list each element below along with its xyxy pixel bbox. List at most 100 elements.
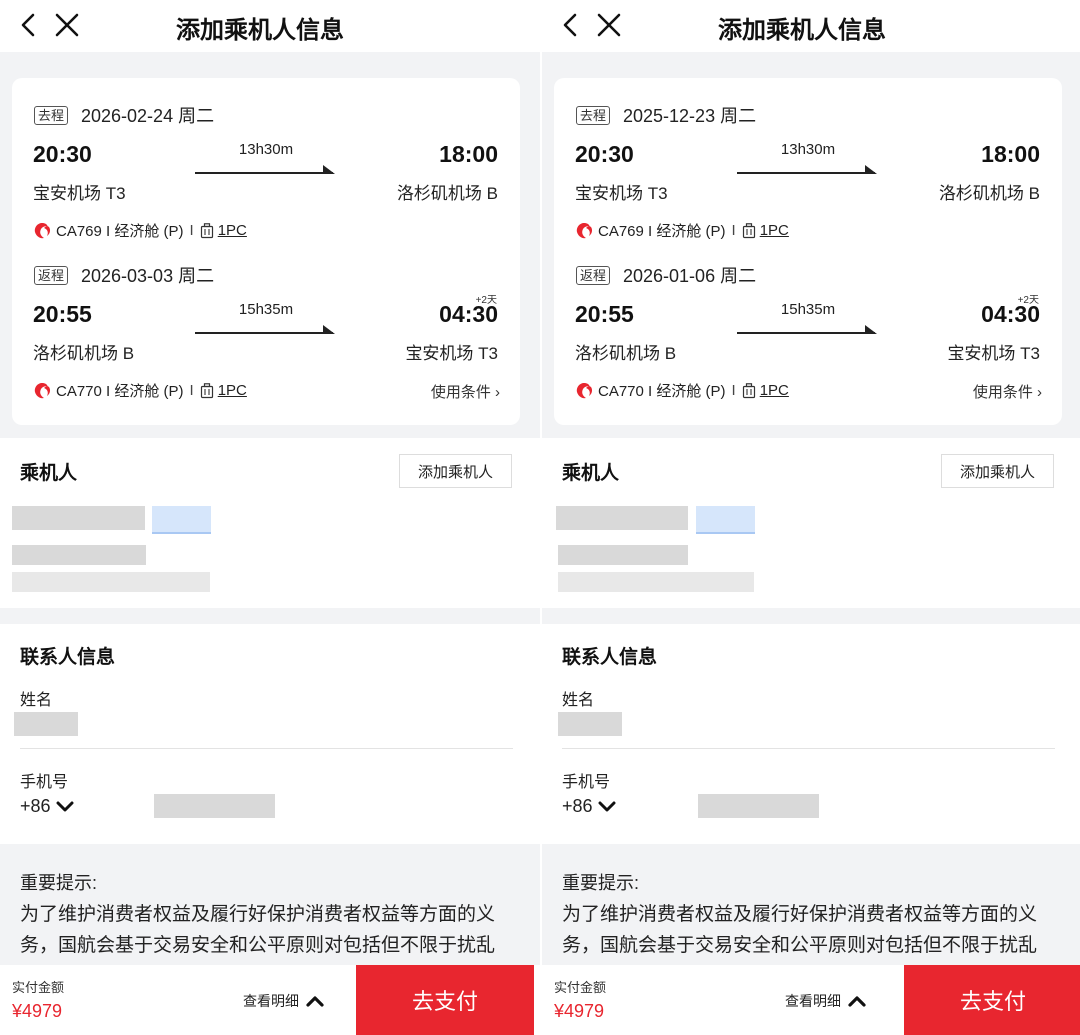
- amount-label: 实付金额: [12, 980, 65, 995]
- view-details-link[interactable]: 查看明细: [785, 991, 867, 1011]
- country-code-selector[interactable]: +86: [20, 796, 74, 817]
- flight-duration: 15h35m: [238, 301, 294, 318]
- departure-airport: 宝安机场 T3: [33, 184, 126, 203]
- contact-section: 联系人信息 姓名 手机号 +86: [542, 624, 1080, 844]
- payment-bar: 实付金额 ¥4979 查看明细 去支付: [0, 965, 540, 1035]
- passenger-section-title: 乘机人: [562, 463, 620, 484]
- flight-info: CA770 I 经济舱 (P): [56, 383, 184, 400]
- pay-button[interactable]: 去支付: [356, 965, 534, 1035]
- redacted-passenger-name: [556, 506, 688, 530]
- view-details-link[interactable]: 查看明细: [243, 991, 325, 1011]
- screenshot-root: 添加乘机人信息 去程 2026-02-24 周二 20:30 13h30m 18…: [0, 0, 1080, 1035]
- redacted-passenger-detail: [558, 572, 754, 592]
- flight-info-row: CA770 I 经济舱 (P) I 1PC: [32, 380, 247, 401]
- add-passenger-button[interactable]: 添加乘机人: [399, 454, 512, 488]
- air-china-logo-icon: [576, 222, 593, 238]
- chevron-down-icon: [56, 801, 74, 811]
- page-title: 添加乘机人信息: [176, 17, 344, 44]
- arrival-airport: 洛杉矶机场 B: [938, 184, 1040, 203]
- redacted-phone-number[interactable]: [154, 794, 275, 818]
- view-details-label: 查看明细: [243, 993, 299, 1009]
- add-passenger-button[interactable]: 添加乘机人: [941, 454, 1054, 488]
- redacted-contact-name[interactable]: [14, 712, 78, 736]
- departure-time: 20:30: [33, 141, 92, 167]
- country-code-selector[interactable]: +86: [562, 796, 616, 817]
- header-bar: 添加乘机人信息: [542, 0, 1080, 52]
- separator: I: [189, 382, 194, 399]
- passenger-type-badge[interactable]: [152, 506, 211, 534]
- booking-panel-right: 添加乘机人信息 去程 2025-12-23 周二 20:30 13h30m 18…: [540, 0, 1080, 1035]
- contact-section: 联系人信息 姓名 手机号 +86: [0, 624, 540, 844]
- passenger-section-title: 乘机人: [20, 463, 78, 484]
- route-arrow-icon: [737, 165, 877, 174]
- arrival-airport: 宝安机场 T3: [405, 344, 498, 363]
- arrival-time: 04:30: [439, 301, 498, 327]
- total-amount: ¥4979: [12, 1001, 63, 1021]
- return-tag: 返程: [34, 266, 69, 285]
- itinerary-card: 去程 2025-12-23 周二 20:30 13h30m 18:00 宝安机场…: [554, 78, 1062, 425]
- flight-info-row: CA770 I 经济舱 (P) I 1PC: [574, 380, 789, 401]
- phone-label: 手机号: [562, 774, 611, 791]
- flight-duration: 13h30m: [238, 141, 294, 158]
- return-date: 2026-03-03 周二: [81, 266, 215, 286]
- header-bar: 添加乘机人信息: [0, 0, 540, 52]
- flight-duration: 13h30m: [780, 141, 836, 158]
- route-arrow-icon: [195, 165, 335, 174]
- arrival-airport: 宝安机场 T3: [947, 344, 1040, 363]
- notice-title: 重要提示:: [20, 873, 98, 893]
- flight-info-row: CA769 I 经济舱 (P) I 1PC: [32, 220, 247, 241]
- redacted-contact-name[interactable]: [558, 712, 622, 736]
- route-arrow-icon: [195, 325, 335, 334]
- passenger-section: 乘机人 添加乘机人: [0, 438, 540, 608]
- departure-airport: 宝安机场 T3: [575, 184, 668, 203]
- notice-text: 为了维护消费者权益及履行好保护消费者权益等方面的义务，国航会基于交易安全和公平原…: [562, 904, 1038, 956]
- arrival-time: 18:00: [981, 141, 1040, 167]
- luggage-icon: [200, 222, 213, 238]
- redacted-phone-number[interactable]: [698, 794, 819, 818]
- outbound-tag: 去程: [34, 106, 69, 125]
- departure-airport: 洛杉矶机场 B: [33, 344, 135, 363]
- contact-section-title: 联系人信息: [562, 647, 658, 668]
- important-notice: 重要提示: 为了维护消费者权益及履行好保护消费者权益等方面的义务，国航会基于交易…: [562, 868, 1062, 961]
- divider: [562, 748, 1055, 749]
- usage-conditions-link[interactable]: 使用条件 ›: [973, 381, 1042, 402]
- flight-duration: 15h35m: [780, 301, 836, 318]
- return-segment: 返程 2026-03-03 周二 +2天 20:55 15h35m 04:30 …: [12, 261, 520, 411]
- passenger-section: 乘机人 添加乘机人: [542, 438, 1080, 608]
- flight-info: CA769 I 经济舱 (P): [56, 223, 184, 240]
- phone-label: 手机号: [20, 774, 69, 791]
- country-code: +86: [562, 796, 593, 816]
- air-china-logo-icon: [576, 382, 593, 398]
- outbound-segment: 去程 2025-12-23 周二 20:30 13h30m 18:00 宝安机场…: [554, 101, 1062, 251]
- important-notice: 重要提示: 为了维护消费者权益及履行好保护消费者权益等方面的义务，国航会基于交易…: [20, 868, 520, 961]
- baggage-allowance-link[interactable]: 1PC: [218, 382, 247, 399]
- outbound-tag: 去程: [576, 106, 611, 125]
- notice-title: 重要提示:: [562, 873, 640, 893]
- return-tag: 返程: [576, 266, 611, 285]
- payment-bar: 实付金额 ¥4979 查看明细 去支付: [542, 965, 1080, 1035]
- return-date: 2026-01-06 周二: [623, 266, 757, 286]
- luggage-icon: [200, 382, 213, 398]
- baggage-allowance-link[interactable]: 1PC: [760, 382, 789, 399]
- name-label: 姓名: [20, 692, 53, 709]
- amount-label: 实付金额: [554, 980, 607, 995]
- arrival-time: 18:00: [439, 141, 498, 167]
- view-details-label: 查看明细: [785, 993, 841, 1009]
- route-arrow-icon: [737, 325, 877, 334]
- departure-time: 20:55: [575, 301, 634, 327]
- redacted-passenger-id: [558, 545, 688, 565]
- air-china-logo-icon: [34, 382, 51, 398]
- page-title: 添加乘机人信息: [718, 17, 886, 44]
- luggage-icon: [742, 222, 755, 238]
- total-amount: ¥4979: [554, 1001, 605, 1021]
- luggage-icon: [742, 382, 755, 398]
- arrival-time: 04:30: [981, 301, 1040, 327]
- outbound-date: 2025-12-23 周二: [623, 106, 757, 126]
- departure-airport: 洛杉矶机场 B: [575, 344, 677, 363]
- redacted-passenger-id: [12, 545, 146, 565]
- usage-conditions-link[interactable]: 使用条件 ›: [431, 381, 500, 402]
- pay-button[interactable]: 去支付: [904, 965, 1080, 1035]
- baggage-allowance-link[interactable]: 1PC: [218, 222, 247, 239]
- passenger-type-badge[interactable]: [696, 506, 755, 534]
- baggage-allowance-link[interactable]: 1PC: [760, 222, 789, 239]
